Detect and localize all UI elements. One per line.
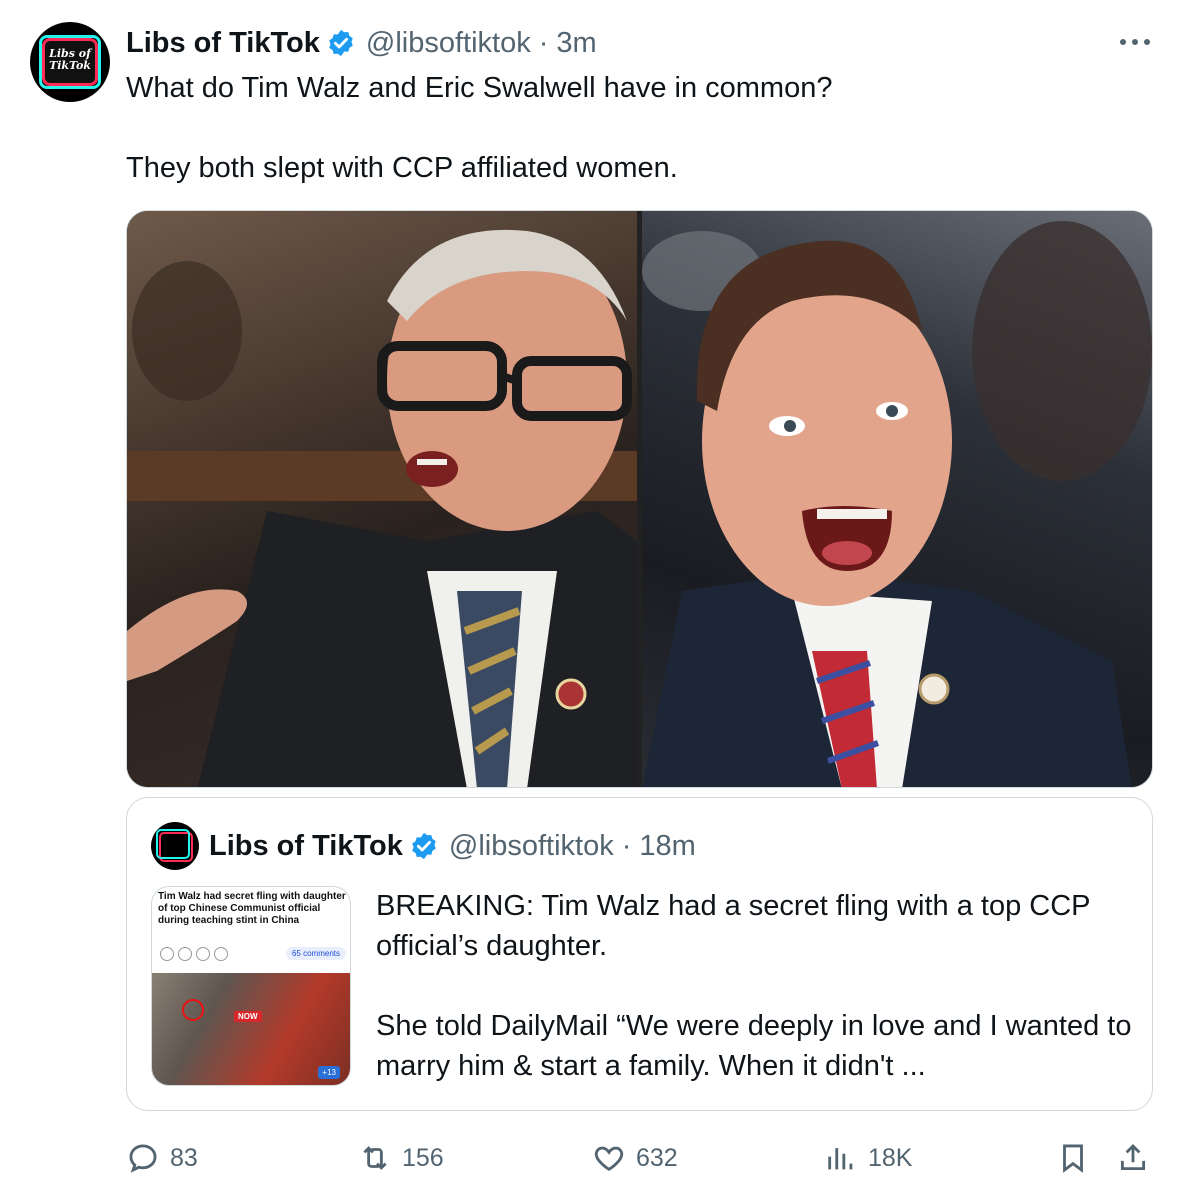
share-icon — [214, 947, 228, 961]
like-count: 632 — [636, 1143, 678, 1172]
separator-dot: · — [621, 829, 632, 862]
messenger-icon — [196, 947, 210, 961]
quoted-author-handle[interactable]: @libsoftiktok — [449, 830, 614, 863]
quoted-tweet-text: BREAKING: Tim Walz had a secret fling wi… — [376, 886, 1136, 1086]
repost-button[interactable]: 156 — [358, 1138, 444, 1178]
author-name[interactable]: Libs of TikTok — [126, 27, 320, 60]
photo-swalwell-illustration — [642, 221, 1152, 787]
thumbnail-headline: Tim Walz had secret fling with daughter … — [158, 891, 346, 926]
tweet[interactable]: Libs of TikTok Libs of TikTok @libsoftik… — [0, 0, 1186, 1200]
analytics-icon — [828, 1148, 853, 1170]
tweet-time[interactable]: 3m — [556, 27, 596, 60]
reply-count: 83 — [170, 1143, 198, 1172]
more-horizontal-icon[interactable] — [1114, 26, 1156, 58]
media-photo-right[interactable] — [642, 211, 1152, 787]
avatar[interactable]: Libs of TikTok — [30, 22, 110, 102]
whatsapp-icon — [178, 947, 192, 961]
view-count: 18K — [868, 1143, 913, 1172]
repost-icon — [363, 1146, 387, 1170]
separator-dot: · — [538, 26, 549, 59]
media-photo-left[interactable] — [127, 211, 637, 787]
quoted-tweet-time[interactable]: 18m — [639, 830, 695, 863]
facebook-icon — [160, 947, 174, 961]
heart-icon — [594, 1146, 624, 1171]
quoted-avatar[interactable] — [151, 822, 199, 870]
bookmark-button[interactable] — [1056, 1138, 1090, 1178]
quoted-tweet-header: Libs of TikTok @libsoftiktok · 18m — [209, 828, 696, 864]
views-button[interactable]: 18K — [824, 1138, 912, 1178]
reply-icon — [129, 1144, 157, 1173]
photo-walz-illustration — [127, 229, 637, 787]
avatar-logo-text: Libs of TikTok — [49, 47, 91, 72]
media-grid — [126, 210, 1153, 788]
tweet-text: What do Tim Walz and Eric Swalwell have … — [126, 68, 1146, 188]
bookmark-icon — [1063, 1144, 1083, 1173]
quoted-tweet[interactable]: Libs of TikTok @libsoftiktok · 18m Tim W… — [126, 797, 1153, 1111]
action-bar: 83 156 632 18K — [126, 1138, 1156, 1178]
quoted-text-line: BREAKING: Tim Walz had a secret fling wi… — [376, 890, 1099, 962]
tweet-text-line: What do Tim Walz and Eric Swalwell have … — [126, 72, 833, 104]
tweet-header: Libs of TikTok @libsoftiktok · 3m — [126, 24, 597, 62]
tweet-text-line: They both slept with CCP affiliated wome… — [126, 152, 678, 184]
quoted-text-line: She told DailyMail “We were deeply in lo… — [376, 1010, 1140, 1082]
thumbnail-red-circle — [182, 999, 204, 1021]
thumbnail-gallery-count: +13 — [318, 1066, 340, 1079]
share-button[interactable] — [1116, 1138, 1150, 1178]
quoted-author-name[interactable]: Libs of TikTok — [209, 830, 403, 863]
quoted-thumbnail[interactable]: Tim Walz had secret fling with daughter … — [151, 886, 351, 1086]
thumbnail-comments: 65 comments — [285, 947, 346, 960]
thumbnail-now-label: NOW — [234, 1011, 262, 1022]
verified-badge-icon — [329, 29, 353, 57]
verified-badge-icon — [412, 832, 436, 860]
author-handle[interactable]: @libsoftiktok — [366, 27, 531, 60]
reply-button[interactable]: 83 — [126, 1138, 198, 1178]
share-upload-icon — [1120, 1143, 1146, 1171]
like-button[interactable]: 632 — [592, 1138, 678, 1178]
repost-count: 156 — [402, 1143, 444, 1172]
